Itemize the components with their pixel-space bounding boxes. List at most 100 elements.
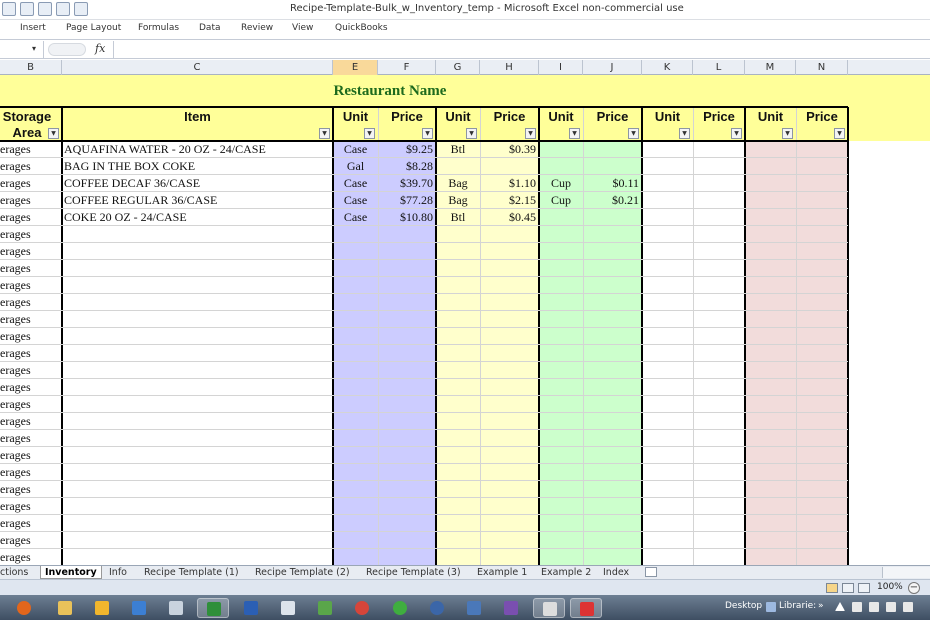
cell-p2[interactable] <box>480 413 539 429</box>
cell-item[interactable] <box>62 515 333 531</box>
header-unit-2[interactable]: Unit <box>436 109 480 125</box>
cell-item[interactable] <box>62 396 333 412</box>
cell-p2[interactable]: $0.39 <box>480 141 539 157</box>
cell-item[interactable] <box>62 464 333 480</box>
cell-area[interactable]: erages <box>0 260 62 276</box>
cell-item[interactable] <box>62 481 333 497</box>
cell-u1[interactable] <box>333 328 378 344</box>
cell-p2[interactable]: $1.10 <box>480 175 539 191</box>
cell-u1[interactable]: Case <box>333 209 378 225</box>
cell-u3[interactable] <box>539 396 583 412</box>
column-header-l[interactable]: L <box>693 60 745 75</box>
cell-p2[interactable] <box>480 260 539 276</box>
cell-p1[interactable] <box>378 464 436 480</box>
cell-item[interactable]: COKE 20 OZ - 24/CASE <box>62 209 333 225</box>
taskbar-calculator[interactable] <box>160 598 192 618</box>
cell-u1[interactable] <box>333 311 378 327</box>
cell-u2[interactable]: Btl <box>436 141 480 157</box>
formula-input[interactable] <box>113 41 930 58</box>
tab-formulas[interactable]: Formulas <box>138 23 179 33</box>
worksheet-grid[interactable]: Restaurant Name Storage Area Item Unit P… <box>0 75 930 565</box>
cell-p2[interactable] <box>480 481 539 497</box>
cell-area[interactable]: erages <box>0 362 62 378</box>
cell-p2[interactable] <box>480 362 539 378</box>
cell-item[interactable] <box>62 345 333 361</box>
cell-area[interactable]: erages <box>0 396 62 412</box>
cell-p1[interactable] <box>378 328 436 344</box>
cell-area[interactable]: erages <box>0 430 62 446</box>
column-header-m[interactable]: M <box>745 60 796 75</box>
cell-p2[interactable] <box>480 294 539 310</box>
cell-item[interactable] <box>62 447 333 463</box>
cell-u2[interactable] <box>436 277 480 293</box>
header-storage-area-line1[interactable]: Storage <box>0 109 62 125</box>
taskbar-camera[interactable] <box>533 598 565 618</box>
header-unit-3[interactable]: Unit <box>539 109 583 125</box>
cell-u2[interactable] <box>436 311 480 327</box>
cell-p2[interactable] <box>480 158 539 174</box>
cell-item[interactable]: AQUAFINA WATER - 20 OZ - 24/CASE <box>62 141 333 157</box>
cell-u3[interactable] <box>539 243 583 259</box>
cell-p2[interactable] <box>480 549 539 565</box>
cell-p1[interactable] <box>378 447 436 463</box>
cell-p2[interactable] <box>480 498 539 514</box>
sheet-tab-example-2[interactable]: Example 2 <box>541 566 591 579</box>
cell-u3[interactable] <box>539 430 583 446</box>
cell-area[interactable]: erages <box>0 192 62 208</box>
cell-p2[interactable] <box>480 464 539 480</box>
header-price-2[interactable]: Price <box>480 109 539 125</box>
cell-item[interactable] <box>62 226 333 242</box>
column-header-b[interactable]: B <box>0 60 62 75</box>
cell-u2[interactable] <box>436 328 480 344</box>
cell-p3[interactable] <box>583 328 642 344</box>
cell-u3[interactable] <box>539 158 583 174</box>
header-unit-4[interactable]: Unit <box>642 109 693 125</box>
normal-view-icon[interactable] <box>826 583 838 593</box>
cell-u3[interactable] <box>539 549 583 565</box>
cell-u1[interactable] <box>333 379 378 395</box>
filter-dropdown-icon[interactable]: ▼ <box>48 128 59 139</box>
cell-u1[interactable] <box>333 362 378 378</box>
cell-item[interactable] <box>62 430 333 446</box>
cell-item[interactable] <box>62 328 333 344</box>
cell-u2[interactable] <box>436 396 480 412</box>
tab-page-layout[interactable]: Page Layout <box>66 23 121 33</box>
taskbar-word[interactable] <box>235 598 267 618</box>
taskbar-recorder[interactable] <box>570 598 602 618</box>
cell-u3[interactable] <box>539 260 583 276</box>
taskbar-app-purple[interactable] <box>495 598 527 618</box>
sheet-tab-index[interactable]: Index <box>603 566 629 579</box>
cell-p1[interactable] <box>378 379 436 395</box>
cell-area[interactable]: erages <box>0 158 62 174</box>
cell-u3[interactable]: Cup <box>539 192 583 208</box>
cell-item[interactable] <box>62 243 333 259</box>
save-icon[interactable] <box>20 2 34 16</box>
cell-u3[interactable] <box>539 277 583 293</box>
cell-u1[interactable] <box>333 294 378 310</box>
tab-insert[interactable]: Insert <box>20 23 46 33</box>
cell-p1[interactable] <box>378 515 436 531</box>
cell-p3[interactable] <box>583 243 642 259</box>
cell-p3[interactable] <box>583 413 642 429</box>
cell-area[interactable]: erages <box>0 175 62 191</box>
cell-p1[interactable] <box>378 430 436 446</box>
taskbar-app-window[interactable] <box>458 598 490 618</box>
filter-dropdown-icon[interactable]: ▼ <box>731 128 742 139</box>
cell-item[interactable] <box>62 277 333 293</box>
cell-u1[interactable] <box>333 413 378 429</box>
column-header-c[interactable]: C <box>62 60 333 75</box>
cell-u2[interactable] <box>436 549 480 565</box>
cell-p2[interactable]: $0.45 <box>480 209 539 225</box>
cell-item[interactable] <box>62 498 333 514</box>
column-header-e[interactable]: E <box>333 60 378 75</box>
excel-app-icon[interactable] <box>2 2 16 16</box>
cell-u1[interactable]: Case <box>333 141 378 157</box>
cell-p2[interactable] <box>480 243 539 259</box>
cell-p1[interactable] <box>378 226 436 242</box>
cell-u1[interactable] <box>333 277 378 293</box>
filter-dropdown-icon[interactable]: ▼ <box>679 128 690 139</box>
cell-p3[interactable] <box>583 498 642 514</box>
tab-review[interactable]: Review <box>241 23 273 33</box>
cell-p1[interactable]: $77.28 <box>378 192 436 208</box>
cell-u3[interactable] <box>539 481 583 497</box>
